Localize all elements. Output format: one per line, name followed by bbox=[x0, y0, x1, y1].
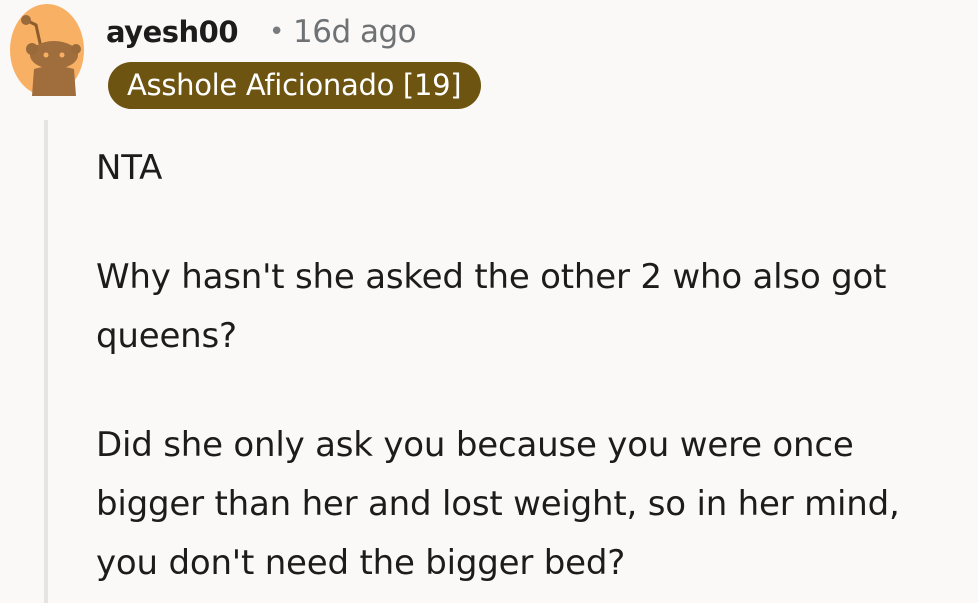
thread-collapse-line[interactable] bbox=[44, 120, 48, 603]
username-link[interactable]: ayesh00 bbox=[106, 12, 239, 52]
timestamp-link[interactable]: 16d ago bbox=[293, 12, 417, 52]
comment-paragraph: Did she only ask you because you were on… bbox=[96, 425, 900, 583]
comment-paragraph: NTA bbox=[96, 148, 163, 188]
comment-paragraph: Why hasn't she asked the other 2 who als… bbox=[96, 257, 887, 356]
separator-dot: • bbox=[269, 17, 285, 47]
snoo-avatar-icon bbox=[10, 4, 84, 96]
user-avatar[interactable] bbox=[10, 3, 84, 96]
user-flair-badge: Asshole Aficionado [19] bbox=[108, 62, 482, 109]
comment-body: NTA Why hasn't she asked the other 2 who… bbox=[96, 139, 966, 593]
